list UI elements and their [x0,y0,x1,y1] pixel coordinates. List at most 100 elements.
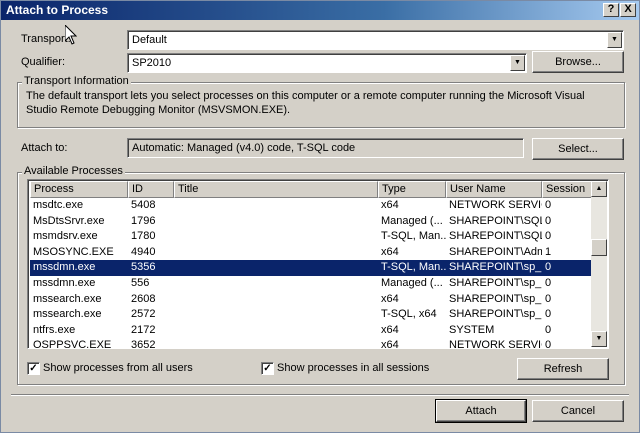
cell-user-name: SHAREPOINT\sp_... [449,292,542,305]
cell-process: ntfrs.exe [33,323,76,336]
show-all-sessions-label[interactable]: Show processes in all sessions [277,362,429,374]
column-header-session[interactable]: Session [542,181,592,198]
cell-title [174,245,378,261]
attach-to-process-dialog: Attach to Process ? X Transport: Default… [0,0,640,433]
cell-process: msmdsrv.exe [33,230,98,243]
cell-process: MSOSYNC.EXE [33,245,114,258]
cell-session: 0 [545,199,552,211]
qualifier-combo[interactable]: SP2010 ▼ [127,53,527,73]
transport-label: Transport: [21,33,71,45]
refresh-button[interactable]: Refresh [517,358,609,380]
qualifier-value: SP2010 [132,57,172,69]
show-all-sessions-checkbox[interactable]: ✓ [261,362,274,375]
column-header-user-name[interactable]: User Name [446,181,542,198]
table-row[interactable]: mssdmn.exe 556 Managed (... SHAREPOINT\sp_.… [30,276,592,292]
title-bar: Attach to Process ? X [1,1,639,20]
column-header-title[interactable]: Title [174,181,378,198]
close-button[interactable]: X [620,3,636,17]
table-row[interactable]: mssdmn.exe 5356 T-SQL, Man... SHAREPOINT\sp… [30,260,592,276]
checkmark-icon: ✓ [263,363,272,374]
cell-title [174,292,378,308]
select-button[interactable]: Select... [532,138,624,160]
browse-button[interactable]: Browse... [532,51,624,73]
cell-user-name: NETWORK SERVICE [449,199,542,211]
cell-session: 0 [545,230,552,243]
show-all-users-checkbox[interactable]: ✓ [27,362,40,375]
cell-title [174,276,378,292]
cell-process: mssearch.exe [33,308,102,321]
table-row[interactable]: mssearch.exe 2572 T-SQL, x64 SHAREPOINT\sp_… [30,307,592,323]
cell-title [174,229,378,245]
cell-user-name: SHAREPOINT\SQL... [449,214,542,227]
cell-user-name: NETWORK SERVICE [449,339,542,349]
cell-type: x64 [381,339,399,349]
cell-session: 0 [545,308,552,321]
cell-title [174,307,378,323]
chevron-down-icon[interactable]: ▼ [510,55,525,71]
show-all-users-label[interactable]: Show processes from all users [43,362,193,374]
scroll-down-icon[interactable]: ▼ [591,331,607,347]
chevron-down-icon[interactable]: ▼ [607,32,622,48]
cell-type: x64 [381,323,399,336]
cell-process: OSPPSVC.EXE [33,339,112,349]
vertical-scrollbar[interactable]: ▲ ▼ [591,181,607,347]
cell-id: 5356 [131,261,156,274]
transport-value: Default [132,34,167,46]
cell-type: T-SQL, Man... [381,230,446,243]
cell-id: 4940 [131,245,156,258]
cell-id: 5408 [131,199,156,211]
table-row[interactable]: OSPPSVC.EXE 3652 x64 NETWORK SERVICE0 [30,338,592,349]
cell-session: 0 [545,339,552,349]
process-list-header: Process ID Title Type User Name Session [30,181,592,198]
transport-info-text: The default transport lets you select pr… [26,90,585,116]
scroll-up-icon[interactable]: ▲ [591,181,607,197]
cell-user-name: SHAREPOINT\sp_... [449,261,542,274]
cell-title [174,214,378,230]
cell-type: T-SQL, x64 [381,308,437,321]
transport-combo[interactable]: Default ▼ [127,30,624,50]
transport-info-title: Transport Information [22,75,131,87]
cell-type: T-SQL, Man... [381,261,446,274]
column-header-id[interactable]: ID [128,181,174,198]
window-title: Attach to Process [6,3,109,17]
attach-button[interactable]: Attach [435,399,527,423]
cell-user-name: SHAREPOINT\SQL... [449,230,542,243]
footer-separator [11,394,629,396]
cell-session: 0 [545,214,552,227]
table-row[interactable]: msmdsrv.exe 1780 T-SQL, Man... SHAREPOINT\S… [30,229,592,245]
mouse-cursor-icon [64,23,78,48]
table-row[interactable]: mssearch.exe 2608 x64 SHAREPOINT\sp_... 0 [30,292,592,308]
process-list[interactable]: Process ID Title Type User Name Session … [27,179,609,349]
cell-id: 2572 [131,308,156,321]
cell-process: mssearch.exe [33,292,102,305]
cell-title [174,338,378,348]
cell-process: mssdmn.exe [33,276,96,289]
cell-user-name: SHAREPOINT\Adm... [449,245,542,258]
cell-id: 2172 [131,323,156,336]
column-header-process[interactable]: Process [30,181,128,198]
cell-session: 1 [545,245,552,258]
scroll-thumb[interactable] [591,239,607,256]
available-processes-title: Available Processes [22,165,125,177]
table-row[interactable]: msdtc.exe 5408 x64 NETWORK SERVICE0 [30,198,592,214]
table-row[interactable]: MsDtsSrvr.exe 1796 Managed (... SHAREPOINT\… [30,214,592,230]
checkmark-icon: ✓ [29,363,38,374]
cell-process: MsDtsSrvr.exe [33,214,105,227]
qualifier-label: Qualifier: [21,56,66,68]
column-header-type[interactable]: Type [378,181,446,198]
cell-id: 556 [131,276,150,289]
cell-session: 0 [545,323,552,336]
table-row[interactable]: ntfrs.exe 2172 x64 SYSTEM 0 [30,323,592,339]
cell-type: Managed (... [381,214,443,227]
cell-user-name: SYSTEM [449,323,495,336]
cell-title [174,260,378,276]
cell-id: 1796 [131,214,156,227]
cell-process: msdtc.exe [33,199,84,211]
cell-type: Managed (... [381,276,443,289]
process-rows: msdtc.exe5408x64NETWORK SERVICE0MsDtsSrv… [30,198,592,349]
cancel-button[interactable]: Cancel [532,400,624,422]
table-row[interactable]: MSOSYNC.EXE 4940 x64 SHAREPOINT\Adm...1 [30,245,592,261]
attach-to-value: Automatic: Managed (v4.0) code, T-SQL co… [132,142,356,154]
attach-to-field: Automatic: Managed (v4.0) code, T-SQL co… [127,138,524,158]
help-button[interactable]: ? [603,3,619,17]
